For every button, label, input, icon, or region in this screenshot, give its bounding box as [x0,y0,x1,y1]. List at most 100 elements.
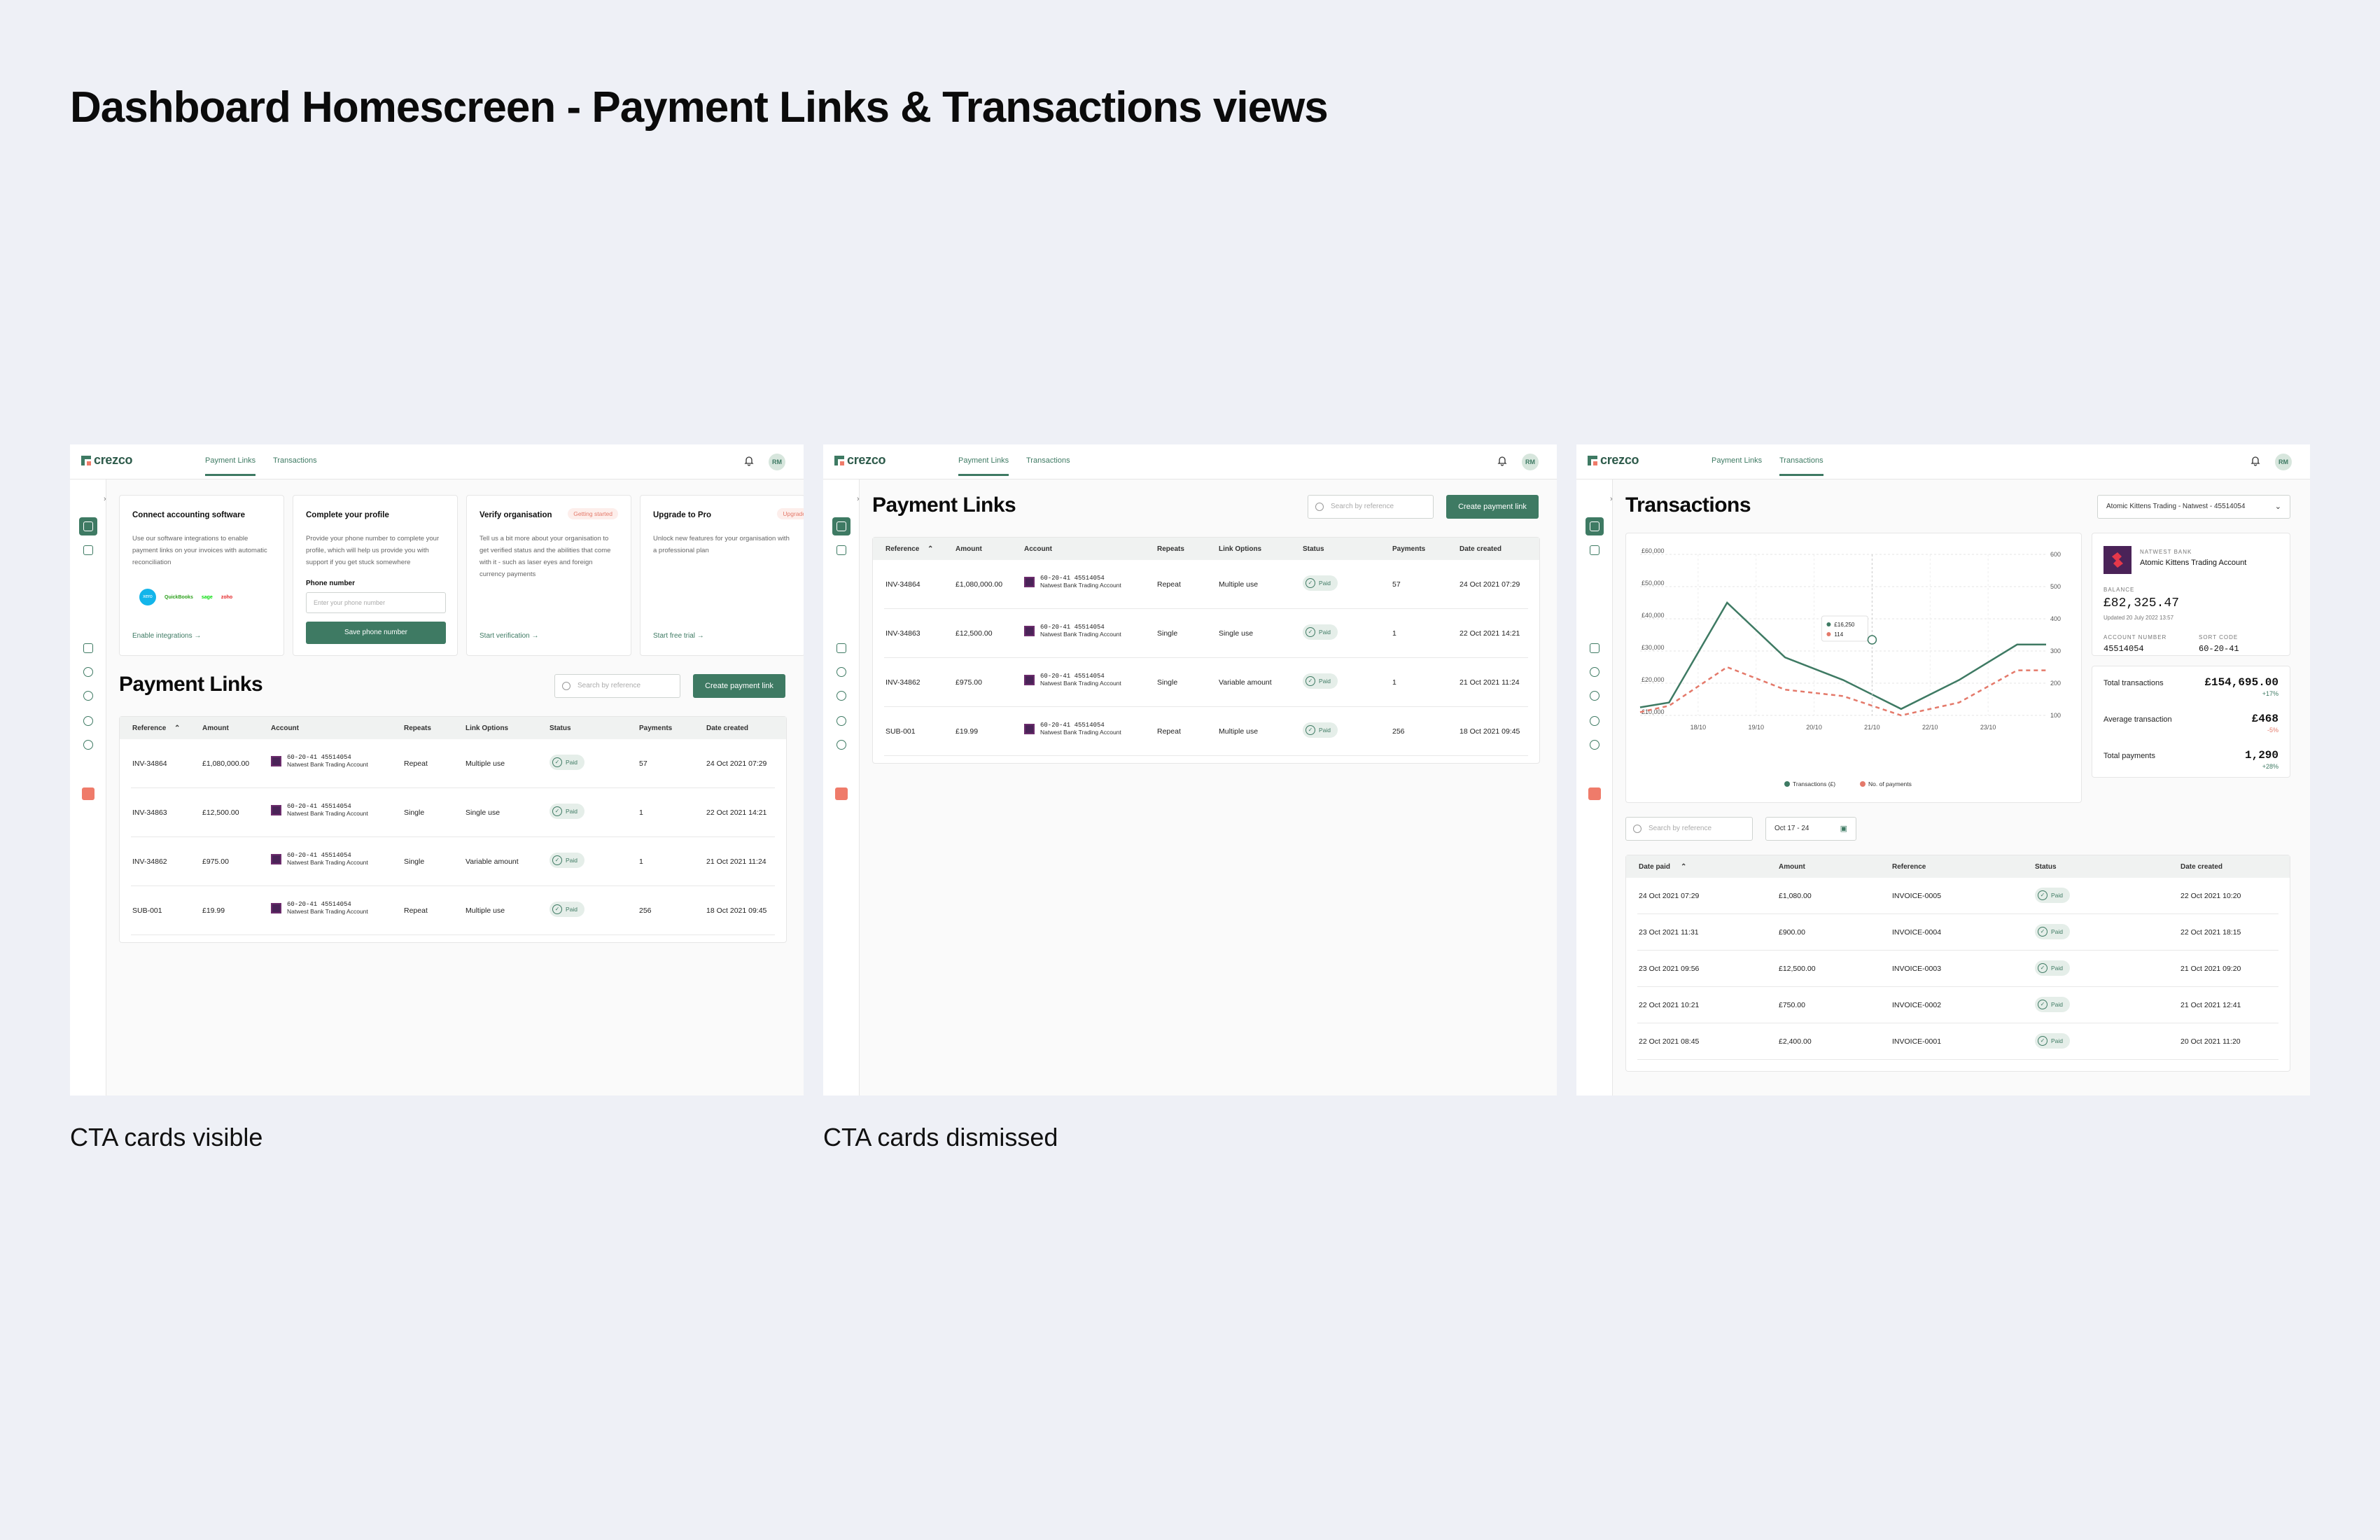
table-row[interactable]: INV-34862 £975.00 Single Variable amount 1 21… [131,837,775,886]
search-input[interactable]: Search by reference [1625,817,1753,841]
table-row[interactable]: 24 Oct 2021 07:29 £1,080.00 INVOICE-0005 22… [1637,878,2278,914]
settings-icon[interactable] [1586,663,1604,681]
payments-icon[interactable] [832,541,850,559]
account-cell: 60-20-41 45514054 Natwest Bank Trading Ac… [271,754,368,768]
column-header[interactable]: Link Options [465,724,508,732]
currency-icon[interactable] [1586,687,1604,705]
table-row[interactable]: 23 Oct 2021 09:56 £12,500.00 INVOICE-0003 2… [1637,951,2278,987]
payment-links-title: Payment Links [872,493,1016,517]
table-row[interactable]: INV-34862 £975.00 Single Variable amount 1 21… [884,658,1528,707]
currency-icon[interactable] [79,687,97,705]
column-header[interactable]: Amount [1779,863,1805,871]
column-header[interactable]: Repeats [404,724,431,732]
table-row[interactable]: 22 Oct 2021 10:21 £750.00 INVOICE-0002 21 O… [1637,987,2278,1023]
sort-asc-icon[interactable]: ⌃ [1681,863,1686,871]
column-header[interactable]: Reference [1892,863,1926,871]
phone-input[interactable]: Enter your phone number [306,592,446,613]
column-header[interactable]: Date paid [1639,863,1670,871]
globe-icon[interactable] [832,736,850,754]
column-header[interactable]: Payments [1392,545,1425,553]
create-payment-link-button[interactable]: Create payment link [1446,495,1539,519]
table-row[interactable]: INV-34863 £12,500.00 Single Single use 1 22 O… [131,788,775,837]
start-verification-link[interactable]: Start verification → [479,632,538,640]
dashboard-icon[interactable] [1586,517,1604,536]
column-header[interactable]: Payments [639,724,672,732]
account-name: Atomic Kittens Trading Account [2140,559,2247,567]
column-header[interactable]: Account [1024,545,1052,553]
card-title: Upgrade to Pro [653,511,712,519]
sort-asc-icon[interactable]: ⌃ [927,545,933,553]
save-phone-button[interactable]: Save phone number [306,622,446,644]
cell-repeats: Single [1157,678,1178,687]
column-header[interactable]: Status [2035,863,2057,871]
bank-icon[interactable] [1586,639,1604,657]
payments-icon[interactable] [1586,541,1604,559]
crezco-logo[interactable]: crezco [81,453,133,468]
alert-icon[interactable] [835,788,848,800]
account-select[interactable]: Atomic Kittens Trading - Natwest - 45514… [2097,495,2290,519]
shield-icon[interactable] [832,712,850,730]
cell-date: 24 Oct 2021 07:29 [1460,580,1520,589]
tab-transactions[interactable]: Transactions [273,456,317,474]
tab-payment-links[interactable]: Payment Links [958,456,1009,476]
alert-icon[interactable] [1588,788,1601,800]
payments-icon[interactable] [79,541,97,559]
crezco-logo[interactable]: crezco [1588,453,1639,468]
column-header[interactable]: Account [271,724,299,732]
start-free-trial-link[interactable]: Start free trial → [653,632,704,640]
bell-icon[interactable] [1497,455,1508,466]
check-circle-icon: ✓ [1306,725,1315,735]
column-header[interactable]: Date created [706,724,748,732]
search-input[interactable]: Search by reference [1308,495,1434,519]
column-header[interactable]: Date created [1460,545,1502,553]
tab-payment-links[interactable]: Payment Links [205,456,256,476]
column-header[interactable]: Date created [2180,863,2222,871]
column-header[interactable]: Amount [955,545,982,553]
enable-integrations-link[interactable]: Enable integrations → [132,632,201,640]
search-input[interactable]: Search by reference [554,674,680,698]
column-header[interactable]: Status [1303,545,1324,553]
alert-icon[interactable] [82,788,94,800]
table-row[interactable]: SUB-001 £19.99 Repeat Multiple use 256 18 Oct… [884,707,1528,756]
sort-asc-icon[interactable]: ⌃ [174,724,180,732]
settings-icon[interactable] [79,663,97,681]
avatar[interactable]: RM [2275,454,2292,470]
create-payment-link-button[interactable]: Create payment link [693,674,785,698]
table-row[interactable]: INV-34863 £12,500.00 Single Single use 1 22 O… [884,609,1528,658]
column-header[interactable]: Reference [132,724,166,732]
bank-icon[interactable] [832,639,850,657]
account-number: 60-20-41 45514054 [1040,673,1105,680]
crezco-logo[interactable]: crezco [834,453,886,468]
tab-payment-links[interactable]: Payment Links [1712,456,1762,474]
table-row[interactable]: 22 Oct 2021 08:45 £2,400.00 INVOICE-0001 20… [1637,1023,2278,1060]
bank-icon[interactable] [79,639,97,657]
cell-payments: 1 [639,808,643,817]
main-content: Transactions Atomic Kittens Trading - Na… [1613,479,2310,1096]
bell-icon[interactable] [2250,455,2261,466]
settings-icon[interactable] [832,663,850,681]
shield-icon[interactable] [1586,712,1604,730]
column-header[interactable]: Reference [886,545,919,553]
table-row[interactable]: INV-34864 £1,080,000.00 Repeat Multiple use… [884,560,1528,609]
column-header[interactable]: Status [550,724,571,732]
shield-icon[interactable] [79,712,97,730]
tab-transactions[interactable]: Transactions [1026,456,1070,474]
avatar[interactable]: RM [1522,454,1539,470]
table-row[interactable]: 23 Oct 2021 11:31 £900.00 INVOICE-0004 22 O… [1637,914,2278,951]
date-range-picker[interactable]: Oct 17 - 24 ▣ [1765,817,1856,841]
column-header[interactable]: Repeats [1157,545,1184,553]
globe-icon[interactable] [79,736,97,754]
bell-icon[interactable] [743,455,755,466]
tab-transactions[interactable]: Transactions [1779,456,1823,476]
dashboard-icon[interactable] [832,517,850,536]
status-badge: ✓ Paid [1303,722,1338,738]
column-header[interactable]: Link Options [1219,545,1261,553]
avatar[interactable]: RM [769,454,785,470]
column-header[interactable]: Amount [202,724,229,732]
table-row[interactable]: SUB-001 £19.99 Repeat Multiple use 256 18 Oct… [131,886,775,935]
cell-amount: £750.00 [1779,1001,1805,1009]
table-row[interactable]: INV-34864 £1,080,000.00 Repeat Multiple use… [131,739,775,788]
currency-icon[interactable] [832,687,850,705]
dashboard-icon[interactable] [79,517,97,536]
globe-icon[interactable] [1586,736,1604,754]
